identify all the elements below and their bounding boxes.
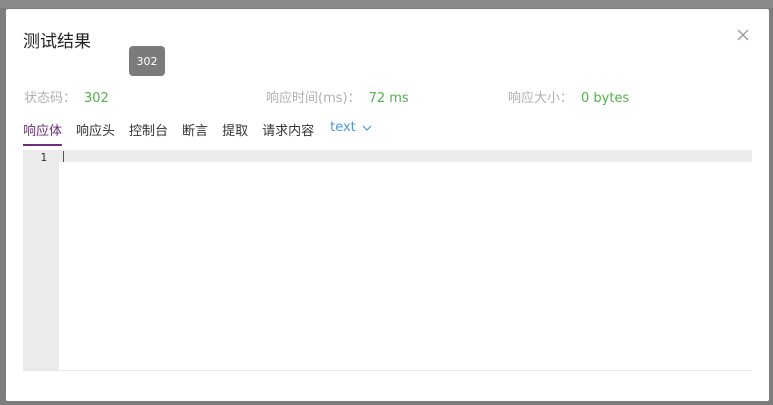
response-time-stat: 响应时间(ms)： 72 ms: [266, 87, 409, 106]
format-select[interactable]: text: [330, 120, 372, 140]
line-number: 1: [40, 151, 47, 164]
close-icon: [737, 29, 749, 41]
test-result-modal: 测试结果 302 状态码： 302 响应时间(ms)： 72 ms 响应大小： 0 b…: [6, 9, 769, 401]
chevron-down-icon: [362, 125, 372, 131]
response-time-label: 响应时间(ms)：: [266, 91, 361, 106]
response-size-label: 响应大小：: [508, 91, 574, 106]
status-tooltip: 302: [129, 46, 165, 76]
modal-title: 测试结果: [23, 32, 91, 52]
tab-extract[interactable]: 提取: [222, 120, 248, 144]
tab-assertions[interactable]: 断言: [182, 120, 208, 144]
tab-response-headers[interactable]: 响应头: [76, 120, 115, 144]
status-code-value: 302: [84, 91, 109, 106]
editor-gutter: 1: [23, 150, 59, 370]
response-time-value: 72 ms: [368, 91, 409, 106]
status-code-label: 状态码：: [24, 91, 77, 106]
close-button[interactable]: [735, 27, 751, 43]
response-editor[interactable]: 1: [23, 150, 752, 371]
tab-console[interactable]: 控制台: [129, 120, 168, 144]
tab-response-body[interactable]: 响应体: [23, 120, 63, 146]
text-cursor: [63, 151, 64, 162]
background-tab-strip: [0, 0, 773, 8]
format-select-value: text: [330, 120, 356, 135]
tab-request-content[interactable]: 请求内容: [262, 120, 314, 144]
response-size-value: 0 bytes: [581, 91, 630, 106]
active-line-highlight: [59, 150, 752, 162]
response-size-stat: 响应大小： 0 bytes: [508, 87, 629, 106]
result-tabs: 响应体 响应头 控制台 断言 提取 请求内容 text: [23, 120, 386, 146]
status-code-stat: 状态码： 302: [24, 87, 109, 106]
